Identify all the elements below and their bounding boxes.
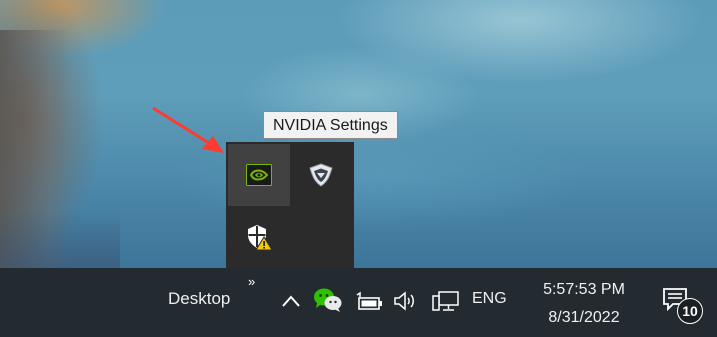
hidden-icons-flyout — [226, 142, 354, 268]
network-tray-button[interactable] — [430, 287, 462, 315]
red-arrow-icon — [152, 106, 224, 153]
nvidia-icon — [246, 164, 272, 186]
clock-button[interactable]: 5:57:53 PM 8/31/2022 — [528, 276, 640, 332]
caret-up-icon — [282, 295, 300, 307]
nvidia-tray-button[interactable] — [228, 144, 290, 206]
wechat-icon — [314, 288, 342, 312]
show-hidden-icons-button[interactable] — [278, 288, 304, 314]
input-language-indicator[interactable]: ENG — [472, 290, 507, 308]
windows-security-warning-icon — [248, 225, 273, 251]
notification-count-badge: 10 — [677, 298, 703, 324]
windows-security-tray-button[interactable] — [228, 206, 290, 268]
toolbar-expand-chevron-icon[interactable]: » — [248, 274, 255, 289]
clock-date: 8/31/2022 — [548, 309, 620, 326]
volume-tray-button[interactable] — [392, 287, 418, 315]
clock-time: 5:57:53 PM — [543, 281, 625, 298]
taskbar: Desktop » ENG 5:57:53 PM 8/31/2022 10 — [0, 268, 717, 337]
wechat-tray-button[interactable] — [312, 285, 344, 315]
vpn-shield-tray-button[interactable] — [290, 144, 352, 206]
nvidia-settings-tooltip: NVIDIA Settings — [263, 111, 398, 139]
shield-icon — [309, 163, 333, 187]
wallpaper-shadow — [0, 210, 120, 268]
action-center-button[interactable]: 10 — [660, 286, 704, 326]
volume-icon — [394, 291, 414, 311]
network-icon — [432, 291, 459, 311]
battery-tray-button[interactable] — [354, 288, 384, 314]
battery-icon — [356, 291, 382, 310]
desktop-toolbar-label[interactable]: Desktop — [168, 289, 230, 309]
